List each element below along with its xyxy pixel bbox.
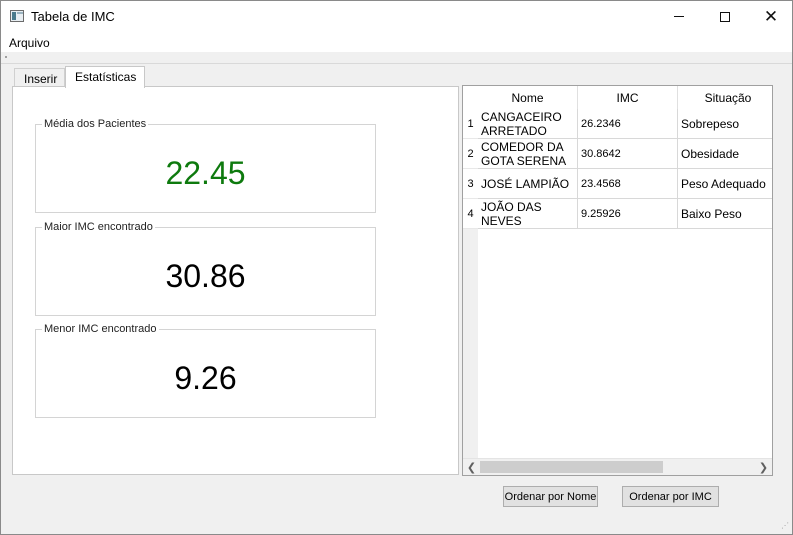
table-cell-imc[interactable]: 26.2346 [578,109,678,139]
table-cell-imc[interactable]: 30.8642 [578,139,678,169]
maximize-icon [720,11,730,22]
table-cell-nome[interactable]: CANGACEIRO ARRETADO [478,109,578,139]
row-header[interactable]: 1 [463,109,478,139]
close-button[interactable]: ✕ [748,1,793,32]
tab-estatisticas[interactable]: Estatísticas [65,66,145,88]
minimize-button[interactable] [656,1,702,32]
menu-arquivo[interactable]: Arquivo [9,36,50,50]
min-imc-title: Menor IMC encontrado [42,323,159,335]
average-groupbox: Média dos Pacientes 22.45 [35,118,376,213]
max-imc-value: 30.86 [165,258,246,294]
toolbar-strip [1,52,792,64]
minimize-icon [674,16,684,17]
row-header-empty-area [463,229,478,458]
row-header[interactable]: 4 [463,199,478,229]
main-window: Tabela de IMC ✕ Arquivo Inserir Estatíst… [0,0,793,535]
table-cell-situacao[interactable]: Baixo Peso [678,199,772,229]
table-cell-imc[interactable]: 9.25926 [578,199,678,229]
column-header-nome[interactable]: Nome [478,86,578,109]
chevron-right-icon[interactable]: ❯ [755,459,772,475]
row-header[interactable]: 2 [463,139,478,169]
max-imc-groupbox: Maior IMC encontrado 30.86 [35,221,376,316]
average-title: Média dos Pacientes [42,118,149,130]
table-corner[interactable] [463,86,478,109]
tab-inserir[interactable]: Inserir [14,68,65,87]
table-cell-situacao[interactable]: Obesidade [678,139,772,169]
average-value: 22.45 [165,155,246,191]
horizontal-scrollbar[interactable]: ❮ ❯ [463,458,772,475]
scrollbar-thumb[interactable] [480,461,663,473]
max-imc-title: Maior IMC encontrado [42,221,155,233]
table-cell-situacao[interactable]: Peso Adequado [678,169,772,199]
statistics-panel: Média dos Pacientes 22.45 Maior IMC enco… [12,86,459,475]
menu-bar: Arquivo [1,32,792,52]
toolbar-grip[interactable] [5,56,7,58]
sort-by-imc-button[interactable]: Ordenar por IMC [622,486,719,507]
size-grip-icon[interactable]: ⋰ [779,521,789,531]
sort-by-name-button[interactable]: Ordenar por Nome [503,486,598,507]
min-imc-groupbox: Menor IMC encontrado 9.26 [35,323,376,418]
min-imc-value: 9.26 [174,360,237,396]
column-header-imc[interactable]: IMC [578,86,678,109]
patients-table[interactable]: Nome IMC Situação 1 CANGACEIRO ARRETADO … [462,85,773,476]
chevron-left-icon[interactable]: ❮ [463,459,480,475]
window-title: Tabela de IMC [31,9,115,24]
app-window-icon [10,10,24,22]
table-cell-nome[interactable]: COMEDOR DA GOTA SERENA [478,139,578,169]
table-cell-imc[interactable]: 23.4568 [578,169,678,199]
table-cell-nome[interactable]: JOSÉ LAMPIÃO [478,169,578,199]
table-cell-situacao[interactable]: Sobrepeso [678,109,772,139]
table-cell-nome[interactable]: JOÃO DAS NEVES [478,199,578,229]
row-header[interactable]: 3 [463,169,478,199]
maximize-button[interactable] [702,1,748,32]
column-header-situacao[interactable]: Situação [678,86,772,109]
title-bar[interactable]: Tabela de IMC ✕ [1,1,792,32]
close-icon: ✕ [763,7,779,26]
